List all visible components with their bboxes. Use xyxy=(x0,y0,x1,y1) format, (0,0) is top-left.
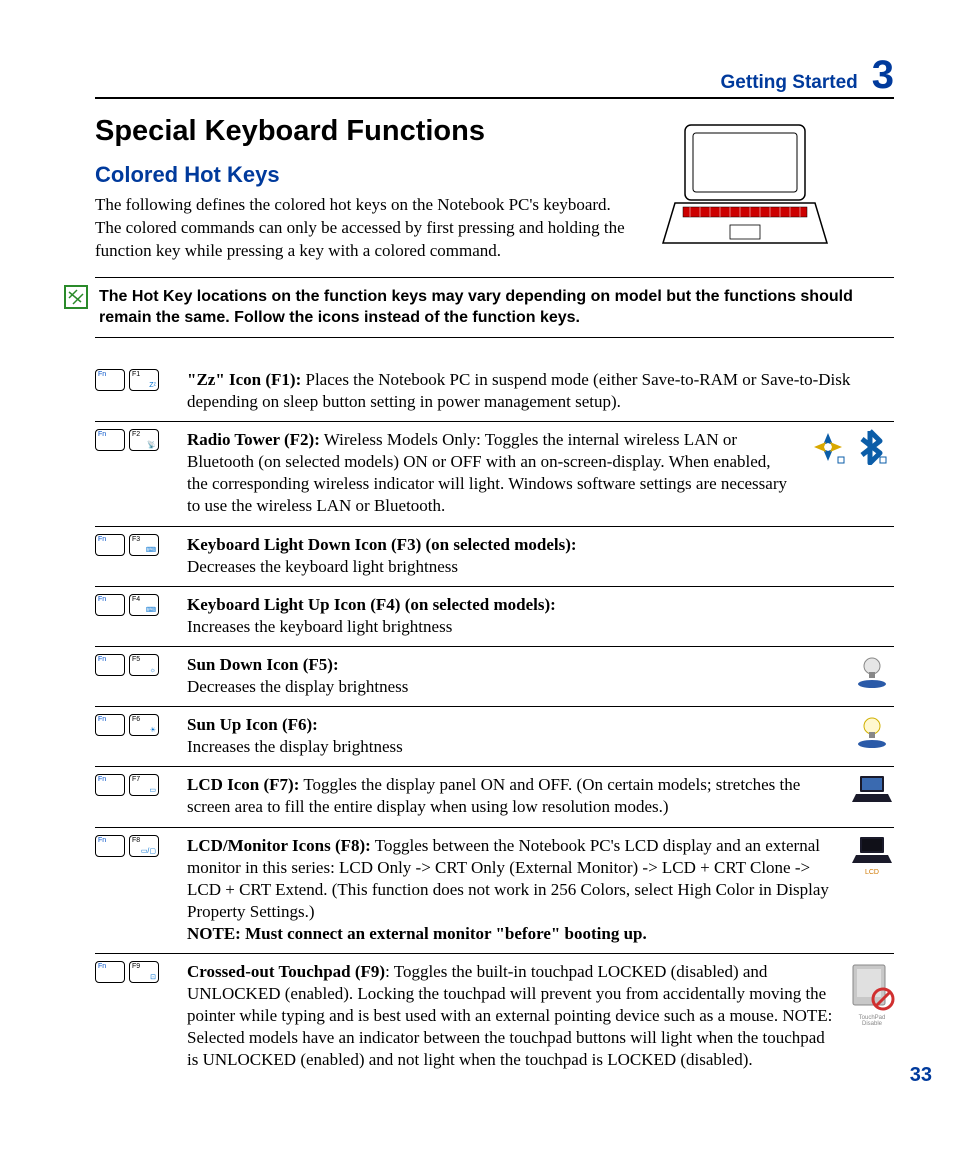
key-combo: Fn F6☀ xyxy=(95,714,175,736)
fn-key-icon: Fn xyxy=(95,594,125,616)
fn-key-icon: Fn xyxy=(95,429,125,451)
fn-key-icon: Fn xyxy=(95,961,125,983)
touchpad-disable-icon xyxy=(849,961,895,1011)
f8-key-icon: F8▭/▢ xyxy=(129,835,159,857)
f2-key-icon: F2📡 xyxy=(129,429,159,451)
key-combo: Fn F5☼ xyxy=(95,654,175,676)
hotkey-desc: Radio Tower (F2): Wireless Models Only: … xyxy=(187,429,792,517)
hotkey-desc: "Zz" Icon (F1): Places the Notebook PC i… xyxy=(187,369,894,413)
section-title: Getting Started xyxy=(721,72,858,94)
hotkey-desc: LCD Icon (F7): Toggles the display panel… xyxy=(187,774,838,818)
f6-key-icon: F6☀ xyxy=(129,714,159,736)
key-combo: Fn F2📡 xyxy=(95,429,175,451)
key-combo: Fn F7▭ xyxy=(95,774,175,796)
hotkey-row-f2: Fn F2📡 Radio Tower (F2): Wireless Models… xyxy=(95,422,894,526)
hotkey-desc: Keyboard Light Down Icon (F3) (on select… xyxy=(187,534,894,578)
key-combo: Fn F1Zᶻ xyxy=(95,369,175,391)
f4-key-icon: F4⌨ xyxy=(129,594,159,616)
f5-key-icon: F5☼ xyxy=(129,654,159,676)
fn-key-icon: Fn xyxy=(95,369,125,391)
page-title: Special Keyboard Functions xyxy=(95,115,635,148)
hotkey-desc: Sun Up Icon (F6):Increases the display b… xyxy=(187,714,838,758)
bulb-down-icon xyxy=(854,654,890,690)
f1-key-icon: F1Zᶻ xyxy=(129,369,159,391)
key-combo: Fn F4⌨ xyxy=(95,594,175,616)
note-box: The Hot Key locations on the function ke… xyxy=(95,277,894,338)
laptop-monitor-icon xyxy=(852,835,892,865)
hotkey-row-f6: Fn F6☀ Sun Up Icon (F6):Increases the di… xyxy=(95,707,894,767)
hotkey-row-f4: Fn F4⌨ Keyboard Light Up Icon (F4) (on s… xyxy=(95,587,894,647)
chapter-number: 3 xyxy=(872,55,894,95)
hotkey-row-f8: Fn F8▭/▢ LCD/Monitor Icons (F8): Toggles… xyxy=(95,828,894,954)
key-combo: Fn F3⌨ xyxy=(95,534,175,556)
hotkey-desc: LCD/Monitor Icons (F8): Toggles between … xyxy=(187,835,838,945)
fn-key-icon: Fn xyxy=(95,534,125,556)
bluetooth-icon xyxy=(852,429,888,465)
side-icons: LCD xyxy=(850,835,894,876)
hotkey-desc: Sun Down Icon (F5):Decreases the display… xyxy=(187,654,838,698)
hotkey-row-f3: Fn F3⌨ Keyboard Light Down Icon (F3) (on… xyxy=(95,527,894,587)
side-icons xyxy=(804,429,894,465)
f7-key-icon: F7▭ xyxy=(129,774,159,796)
side-icons xyxy=(850,774,894,804)
fn-key-icon: Fn xyxy=(95,835,125,857)
hotkey-desc: Crossed-out Touchpad (F9): Toggles the b… xyxy=(187,961,838,1071)
hotkey-row-f5: Fn F5☼ Sun Down Icon (F5):Decreases the … xyxy=(95,647,894,707)
laptop-lcd-icon xyxy=(852,774,892,804)
hotkey-row-f1: Fn F1Zᶻ "Zz" Icon (F1): Places the Noteb… xyxy=(95,362,894,422)
icon-caption: LCD xyxy=(865,869,879,876)
subsection-title: Colored Hot Keys xyxy=(95,162,635,188)
fn-key-icon: Fn xyxy=(95,774,125,796)
key-combo: Fn F8▭/▢ xyxy=(95,835,175,857)
wireless-icon xyxy=(810,429,846,465)
side-icons: TouchPad Disable xyxy=(850,961,894,1027)
note-text: The Hot Key locations on the function ke… xyxy=(99,288,853,327)
hotkey-desc: Keyboard Light Up Icon (F4) (on selected… xyxy=(187,594,894,638)
bulb-up-icon xyxy=(854,714,890,750)
side-icons xyxy=(850,714,894,750)
note-icon xyxy=(63,284,89,310)
key-combo: Fn F9⊡ xyxy=(95,961,175,983)
hotkey-row-f9: Fn F9⊡ Crossed-out Touchpad (F9): Toggle… xyxy=(95,954,894,1079)
laptop-illustration xyxy=(655,115,835,255)
fn-key-icon: Fn xyxy=(95,714,125,736)
page-header: Getting Started 3 xyxy=(95,55,894,99)
icon-caption: TouchPad Disable xyxy=(850,1015,894,1027)
hotkey-row-f7: Fn F7▭ LCD Icon (F7): Toggles the displa… xyxy=(95,767,894,827)
f9-key-icon: F9⊡ xyxy=(129,961,159,983)
intro-paragraph: The following defines the colored hot ke… xyxy=(95,194,635,263)
fn-key-icon: Fn xyxy=(95,654,125,676)
page-number: 33 xyxy=(910,1064,932,1087)
f3-key-icon: F3⌨ xyxy=(129,534,159,556)
side-icons xyxy=(850,654,894,690)
